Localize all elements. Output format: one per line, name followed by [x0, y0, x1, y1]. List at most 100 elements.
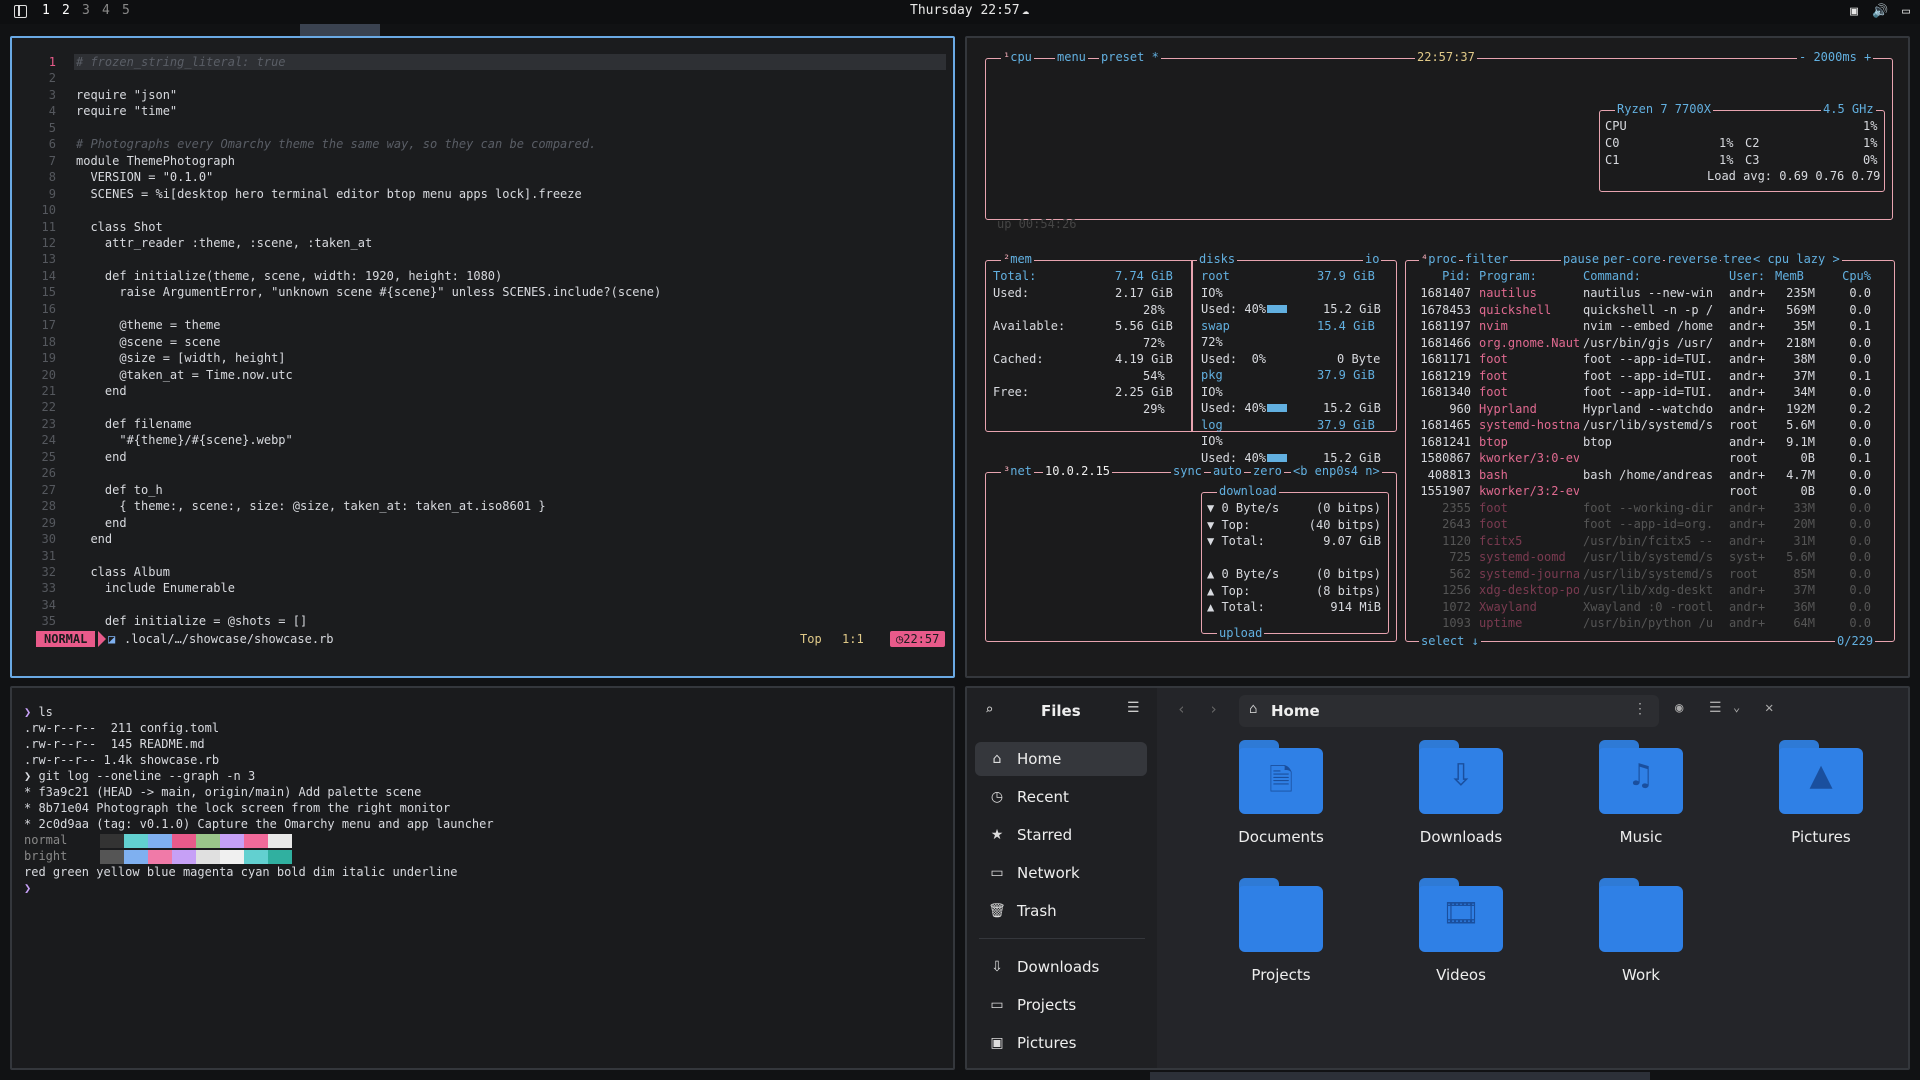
menu-icon[interactable]: ☰ — [1127, 700, 1140, 716]
list-view-icon[interactable]: ☰ — [1709, 700, 1722, 716]
folder-pictures[interactable]: ▲ Pictures — [1745, 740, 1885, 850]
display-icon[interactable]: ▭ — [1902, 4, 1910, 19]
sidebar-item-pictures[interactable]: ▣ Pictures — [975, 1026, 1147, 1060]
sidebar-item-starred[interactable]: ★ Starred — [975, 818, 1147, 852]
folder-downloads[interactable]: ⇩ Downloads — [1385, 740, 1525, 850]
proc-user: andr+ — [1729, 517, 1766, 531]
proc-cmd: foot --app-id=TUI. — [1583, 368, 1714, 383]
proc-mem: 9.1M — [1786, 434, 1815, 449]
location-bar[interactable]: ⌂ Home ⋮ — [1239, 695, 1659, 727]
col-cpu[interactable]: Cpu% — [1831, 268, 1871, 285]
proc-label[interactable]: ⁴proc — [1419, 252, 1460, 266]
code-text: def filename — [76, 416, 192, 431]
filter-button[interactable]: filter — [1463, 252, 1511, 266]
code-text: @size = [width, height] — [76, 351, 286, 366]
pause-button[interactable]: pause — [1561, 252, 1602, 266]
io-label[interactable]: io — [1363, 252, 1382, 266]
col-command[interactable]: Command: — [1583, 268, 1641, 285]
net-label[interactable]: ³net — [1001, 464, 1034, 478]
workspace-4[interactable]: 4 — [102, 3, 110, 18]
col-user[interactable]: User: — [1729, 268, 1765, 285]
proc-user: andr+ — [1729, 385, 1766, 399]
proc-cmd: btop — [1583, 434, 1612, 449]
sidebar-item-home[interactable]: ⌂ Home — [975, 742, 1147, 776]
layout-icon[interactable] — [14, 5, 27, 18]
back-icon[interactable]: ‹ — [1177, 700, 1186, 718]
search-icon[interactable]: ⌕ — [985, 702, 993, 718]
sync-button[interactable]: sync — [1171, 464, 1204, 478]
zero-button[interactable]: zero — [1251, 464, 1284, 478]
proc-cpu: 0.0 — [1849, 467, 1871, 482]
folder-documents[interactable]: 🗎 Documents — [1205, 740, 1345, 850]
proc-user: andr+ — [1729, 286, 1766, 300]
prompt[interactable]: ❯ — [24, 880, 31, 897]
line-number: 24 — [41, 433, 56, 448]
interface-selector[interactable]: <b enp0s4 n> — [1291, 464, 1382, 478]
line-number: 8 — [48, 170, 56, 185]
cloud-icon[interactable]: ☁ — [1022, 3, 1029, 17]
terminal-line: .rw-r--r-- 1.4k showcase.rb — [24, 753, 220, 767]
tree-button[interactable]: tree — [1721, 252, 1754, 266]
col-pid[interactable]: Pid: — [1411, 268, 1471, 285]
core-value: 1% — [1863, 136, 1878, 150]
folder-label: Downloads — [1419, 828, 1503, 846]
mem-used-value: 2.17 GiB — [1115, 286, 1173, 300]
proc-user: andr+ — [1729, 319, 1766, 333]
chevron-down-icon[interactable]: ⌄ — [1733, 700, 1740, 714]
refresh-rate[interactable]: - 2000ms + — [1797, 50, 1874, 64]
wallpaper-detail — [1150, 1072, 1650, 1080]
preset-label[interactable]: preset * — [1099, 50, 1161, 64]
line-number: 4 — [48, 104, 56, 119]
forward-icon[interactable]: › — [1209, 700, 1218, 718]
close-icon[interactable]: ✕ — [1765, 700, 1773, 716]
mem-label[interactable]: ²mem — [1001, 252, 1034, 266]
proc-user: andr+ — [1729, 368, 1766, 383]
col-mem[interactable]: MemB — [1775, 268, 1804, 285]
code-text: end — [76, 449, 127, 464]
col-program[interactable]: Program: — [1479, 268, 1537, 285]
editor-window[interactable]: 1 # frozen_string_literal: true 2 3 require … — [10, 36, 955, 678]
proc-pid: 725 — [1449, 550, 1471, 564]
folder-projects[interactable]: Projects — [1205, 878, 1345, 988]
upload-label: upload — [1217, 626, 1265, 640]
terminal-window[interactable]: ❯ ls .rw-r--r-- 211 config.toml .rw-r--r… — [10, 686, 955, 1070]
sidebar-item-projects[interactable]: ▭ Projects — [975, 988, 1147, 1022]
folder-videos[interactable]: 🎞 Videos — [1385, 878, 1525, 988]
clock[interactable]: Thursday 22:57 — [910, 3, 1090, 18]
per-core-button[interactable]: per-core — [1601, 252, 1663, 266]
camera-icon[interactable]: ◉ — [1675, 700, 1683, 716]
line-number: 19 — [41, 351, 56, 366]
folder-music[interactable]: ♫ Music — [1565, 740, 1705, 850]
disks-label[interactable]: disks — [1197, 252, 1238, 266]
sidebar-item-trash[interactable]: 🗑 Trash — [975, 894, 1147, 928]
workspace-3[interactable]: 3 — [82, 3, 90, 18]
btop-window[interactable]: ¹cpu menu preset * 22:57:37 - 2000ms + R… — [965, 36, 1910, 678]
cpu-label[interactable]: ¹cpu — [1001, 50, 1034, 64]
volume-icon[interactable]: 🔊 — [1872, 4, 1888, 19]
terminal-line: * 2c0d9aa (tag: v0.1.0) Capture the Omar… — [24, 817, 494, 831]
workspace-2[interactable]: 2 — [62, 3, 70, 18]
sort-selector[interactable]: < cpu lazy > — [1751, 252, 1842, 266]
sidebar-item-label: Starred — [1017, 826, 1073, 844]
workspace-1[interactable]: 1 — [42, 3, 50, 18]
folder-work[interactable]: Work — [1565, 878, 1705, 988]
disk-size: 37.9 GiB — [1317, 417, 1375, 432]
disk-name: log — [1201, 417, 1223, 432]
files-window[interactable]: ⌕ Files ☰ ⌂ Home ◷ Recent ★ Starred ▭ Network 🗑 T… — [965, 686, 1910, 1070]
code-text: @theme = theme — [76, 318, 221, 333]
menu-label[interactable]: menu — [1055, 50, 1088, 64]
workspace-5[interactable]: 5 — [122, 3, 130, 18]
sidebar-item-downloads[interactable]: ⇩ Downloads — [975, 950, 1147, 984]
select-label[interactable]: select ↓ — [1419, 634, 1481, 648]
proc-pid: 2355 — [1442, 500, 1471, 515]
reverse-button[interactable]: reverse — [1665, 252, 1720, 266]
net-stat-label: ▼ Top: — [1207, 517, 1251, 532]
sidebar-item-recent[interactable]: ◷ Recent — [975, 780, 1147, 814]
sidebar-item-network[interactable]: ▭ Network — [975, 856, 1147, 890]
download-label: download — [1217, 484, 1279, 498]
code-text: # Photographs every Omarchy theme the sa… — [76, 137, 597, 152]
screen-icon[interactable]: ▣ — [1850, 4, 1858, 19]
proc-user: andr+ — [1729, 434, 1766, 449]
auto-button[interactable]: auto — [1211, 464, 1244, 478]
kebab-icon[interactable]: ⋮ — [1633, 701, 1647, 717]
